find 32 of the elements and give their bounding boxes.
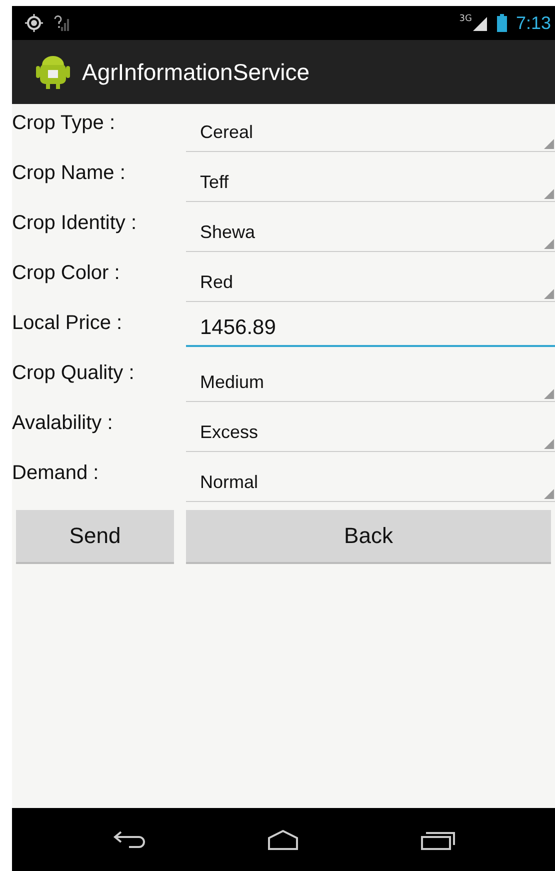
dropdown[interactable]: Normal — [186, 464, 555, 502]
dropdown[interactable]: Shewa — [186, 214, 555, 252]
dropdown-corner-icon — [544, 388, 554, 398]
field-label: Crop Quality : — [12, 362, 136, 385]
field-label: Demand : — [12, 462, 100, 485]
dropdown[interactable]: Medium — [186, 364, 555, 402]
dropdown-corner-icon — [544, 288, 554, 298]
battery-icon — [496, 13, 508, 33]
dropdown-corner-icon — [544, 438, 554, 448]
field-label: Crop Identity : — [12, 212, 138, 235]
field-label: Crop Color : — [12, 262, 121, 285]
dropdown-corner-icon — [544, 488, 554, 498]
dropdown[interactable]: Cereal — [186, 114, 555, 152]
dropdown-corner-icon — [544, 188, 554, 198]
form-button[interactable]: Back — [186, 510, 551, 564]
form-button[interactable]: Send — [16, 510, 174, 564]
input-field[interactable]: 1456.89 — [186, 311, 555, 347]
field-label: Local Price : — [12, 312, 124, 335]
field-label: Crop Name : — [12, 162, 126, 185]
app-title: AgrInformationService — [82, 58, 310, 86]
network-type: 3G — [459, 14, 472, 24]
field-label: Crop Type : — [12, 112, 116, 135]
dropdown[interactable]: Excess — [186, 414, 555, 452]
gps-icon — [24, 13, 44, 33]
robot-icon — [36, 55, 70, 89]
clock: 7:13 — [516, 12, 551, 34]
dropdown-corner-icon — [544, 138, 554, 148]
dropdown-corner-icon — [544, 238, 554, 248]
no-signal-icon — [52, 13, 72, 33]
field-label: Avalability : — [12, 412, 114, 435]
dropdown[interactable]: Teff — [186, 164, 555, 202]
dropdown[interactable]: Red — [186, 264, 555, 302]
